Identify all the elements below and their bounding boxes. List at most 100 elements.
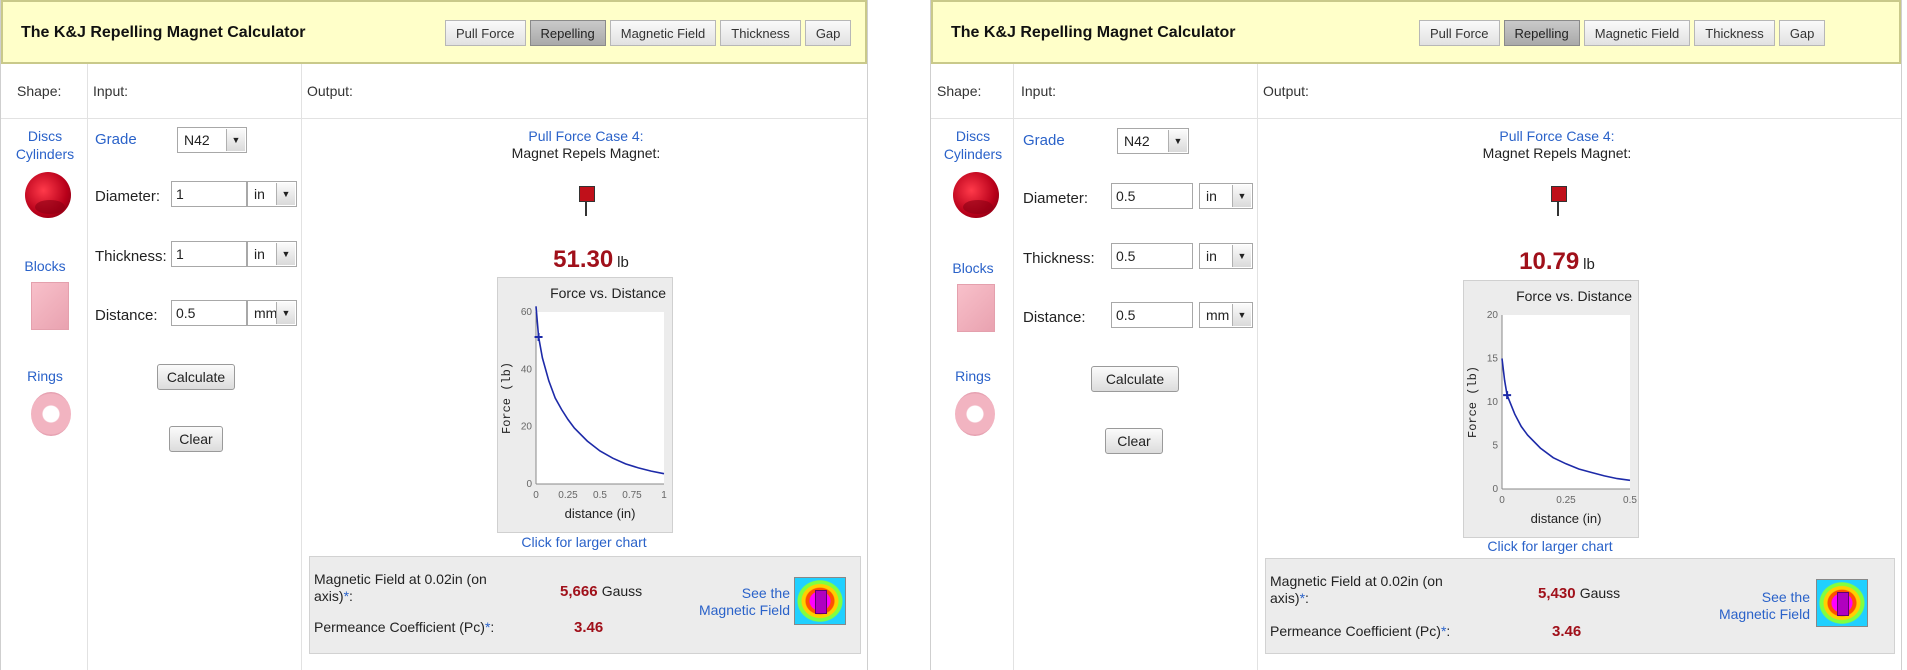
tab-gap[interactable]: Gap — [1778, 20, 1826, 46]
grade-select[interactable]: N42 ▼ — [177, 127, 247, 153]
chevron-down-icon: ▼ — [1232, 185, 1251, 207]
tab-magnetic-field[interactable]: Magnetic Field — [1583, 20, 1691, 46]
tab-thickness[interactable]: Thickness — [1694, 20, 1775, 46]
shape-rings-link[interactable]: Rings — [945, 368, 1001, 385]
force-result: 51.30 lb — [481, 246, 701, 274]
shape-blocks-link[interactable]: Blocks — [945, 260, 1001, 277]
force-chart[interactable]: Force vs. Distance 0 5 10 15 20 0 0.25 0.5 distan… — [1463, 280, 1639, 538]
y-tick-label: 15 — [1487, 354, 1499, 365]
diameter-label: Diameter: — [1023, 190, 1089, 207]
y-tick-label: 0 — [526, 479, 532, 490]
shape-rings-link[interactable]: Rings — [17, 368, 73, 385]
diameter-label: Diameter: — [95, 188, 161, 205]
tab-magnetic-field[interactable]: Magnetic Field — [609, 20, 717, 46]
calculate-button[interactable]: Calculate — [157, 364, 235, 390]
tab-repelling[interactable]: Repelling — [1503, 20, 1580, 46]
field-label: Magnetic Field at 0.02in (on axis)*: — [1270, 573, 1480, 607]
calculator-title: The K&J Repelling Magnet Calculator — [21, 24, 306, 41]
distance-unit-select[interactable]: mm ▼ — [247, 300, 297, 326]
diameter-input[interactable]: 0.5 — [1111, 183, 1193, 209]
pc-value: 3.46 — [574, 619, 604, 636]
distance-input[interactable]: 0.5 — [171, 300, 247, 326]
ring-magnet-image[interactable] — [31, 392, 71, 436]
distance-label: Distance: — [1023, 309, 1086, 326]
x-axis-label: distance (in) — [1531, 511, 1602, 526]
y-tick-label: 20 — [521, 422, 533, 433]
diameter-input[interactable]: 1 — [171, 181, 247, 207]
tab-repelling[interactable]: Repelling — [529, 20, 606, 46]
force-distance-chart[interactable]: Force vs. Distance 0 5 10 15 20 0 0.25 0.5 distan… — [1464, 281, 1638, 537]
distance-unit-select[interactable]: mm ▼ — [1199, 302, 1253, 328]
calculator-title: The K&J Repelling Magnet Calculator — [951, 24, 1236, 41]
magnetic-field-thumbnail[interactable] — [1816, 579, 1868, 627]
shape-discs-link[interactable]: Discs — [17, 128, 73, 145]
x-axis-label: distance (in) — [565, 506, 636, 521]
pc-label-text: Permeance Coefficient (Pc) — [314, 619, 485, 635]
case-subtitle: Magnet Repels Magnet: — [511, 145, 661, 161]
force-distance-chart[interactable]: Force vs. Distance 0 20 40 60 0 0.25 0.5 0.75 1 di… — [498, 278, 672, 532]
thickness-input[interactable]: 1 — [171, 241, 247, 267]
tab-pull-force[interactable]: Pull Force — [1419, 20, 1500, 46]
force-chart[interactable]: Force vs. Distance 0 20 40 60 0 0.25 0.5 0.75 1 di… — [497, 277, 673, 533]
y-tick-label: 10 — [1487, 397, 1499, 408]
see-magnetic-field-link[interactable]: See the Magnetic Field — [678, 585, 790, 619]
larger-chart-link[interactable]: Click for larger chart — [471, 534, 697, 550]
y-tick-label: 0 — [1492, 484, 1498, 495]
thickness-input[interactable]: 0.5 — [1111, 243, 1193, 269]
thickness-unit-select[interactable]: in ▼ — [247, 241, 297, 267]
tab-thickness[interactable]: Thickness — [720, 20, 801, 46]
y-axis-label: Force (lb) — [500, 362, 514, 434]
larger-chart-link[interactable]: Click for larger chart — [1437, 538, 1663, 554]
block-magnet-image[interactable] — [957, 284, 995, 332]
chevron-down-icon: ▼ — [276, 243, 295, 265]
grade-label: Grade — [95, 131, 137, 148]
x-tick-label: 0.25 — [558, 490, 578, 501]
x-tick-label: 0.75 — [622, 490, 642, 501]
shape-cylinders-link[interactable]: Cylinders — [937, 146, 1009, 163]
clear-button[interactable]: Clear — [1105, 428, 1163, 454]
ring-magnet-image[interactable] — [955, 392, 995, 436]
clear-button[interactable]: Clear — [169, 426, 223, 452]
diameter-unit-select[interactable]: in ▼ — [1199, 183, 1253, 209]
force-unit: lb — [617, 254, 629, 271]
field-unit: Gauss — [1579, 585, 1621, 601]
magnetic-field-thumbnail[interactable] — [794, 577, 846, 625]
thickness-unit-select[interactable]: in ▼ — [1199, 243, 1253, 269]
y-tick-label: 5 — [1492, 441, 1498, 452]
field-unit: Gauss — [601, 583, 643, 599]
diameter-unit-select[interactable]: in ▼ — [247, 181, 297, 207]
case-title: Pull Force Case 4: — [1499, 128, 1615, 144]
calculator-tabs: Pull Force Repelling Magnetic Field Thic… — [441, 20, 852, 46]
tab-gap[interactable]: Gap — [804, 20, 852, 46]
disc-magnet-image[interactable] — [953, 172, 999, 218]
shape-discs-link[interactable]: Discs — [945, 128, 1001, 145]
field-label-text: Magnetic Field at 0.02in (on axis) — [1270, 573, 1443, 606]
pc-colon: : — [1446, 623, 1451, 639]
column-header-row — [1, 64, 867, 119]
tab-pull-force[interactable]: Pull Force — [445, 20, 526, 46]
calculate-button[interactable]: Calculate — [1091, 366, 1179, 392]
arrow-icon — [585, 202, 587, 216]
grade-label: Grade — [1023, 132, 1065, 149]
field-info-box: Magnetic Field at 0.02in (on axis)*: 5,6… — [309, 556, 861, 654]
distance-unit-value: mm — [254, 305, 278, 321]
thickness-label: Thickness: — [1023, 250, 1095, 267]
block-magnet-image[interactable] — [31, 282, 69, 330]
grade-value: N42 — [184, 132, 210, 148]
shape-cylinders-link[interactable]: Cylinders — [9, 146, 81, 163]
force-value: 51.30 — [553, 246, 614, 273]
see-magnetic-field-link[interactable]: See the Magnetic Field — [1698, 589, 1810, 623]
x-tick-label: 0.5 — [1623, 495, 1637, 506]
x-tick-label: 0 — [533, 490, 539, 501]
pc-value: 3.46 — [1552, 623, 1582, 640]
distance-input[interactable]: 0.5 — [1111, 302, 1193, 328]
divider — [1257, 64, 1258, 670]
magnet-repel-icon — [579, 186, 595, 202]
x-tick-label: 0 — [1499, 495, 1505, 506]
disc-magnet-image[interactable] — [25, 172, 71, 218]
y-tick-label: 40 — [521, 364, 533, 375]
grade-select[interactable]: N42 ▼ — [1117, 128, 1189, 154]
y-tick-label: 20 — [1487, 310, 1499, 321]
diameter-unit-value: in — [1206, 188, 1217, 204]
shape-blocks-link[interactable]: Blocks — [17, 258, 73, 275]
